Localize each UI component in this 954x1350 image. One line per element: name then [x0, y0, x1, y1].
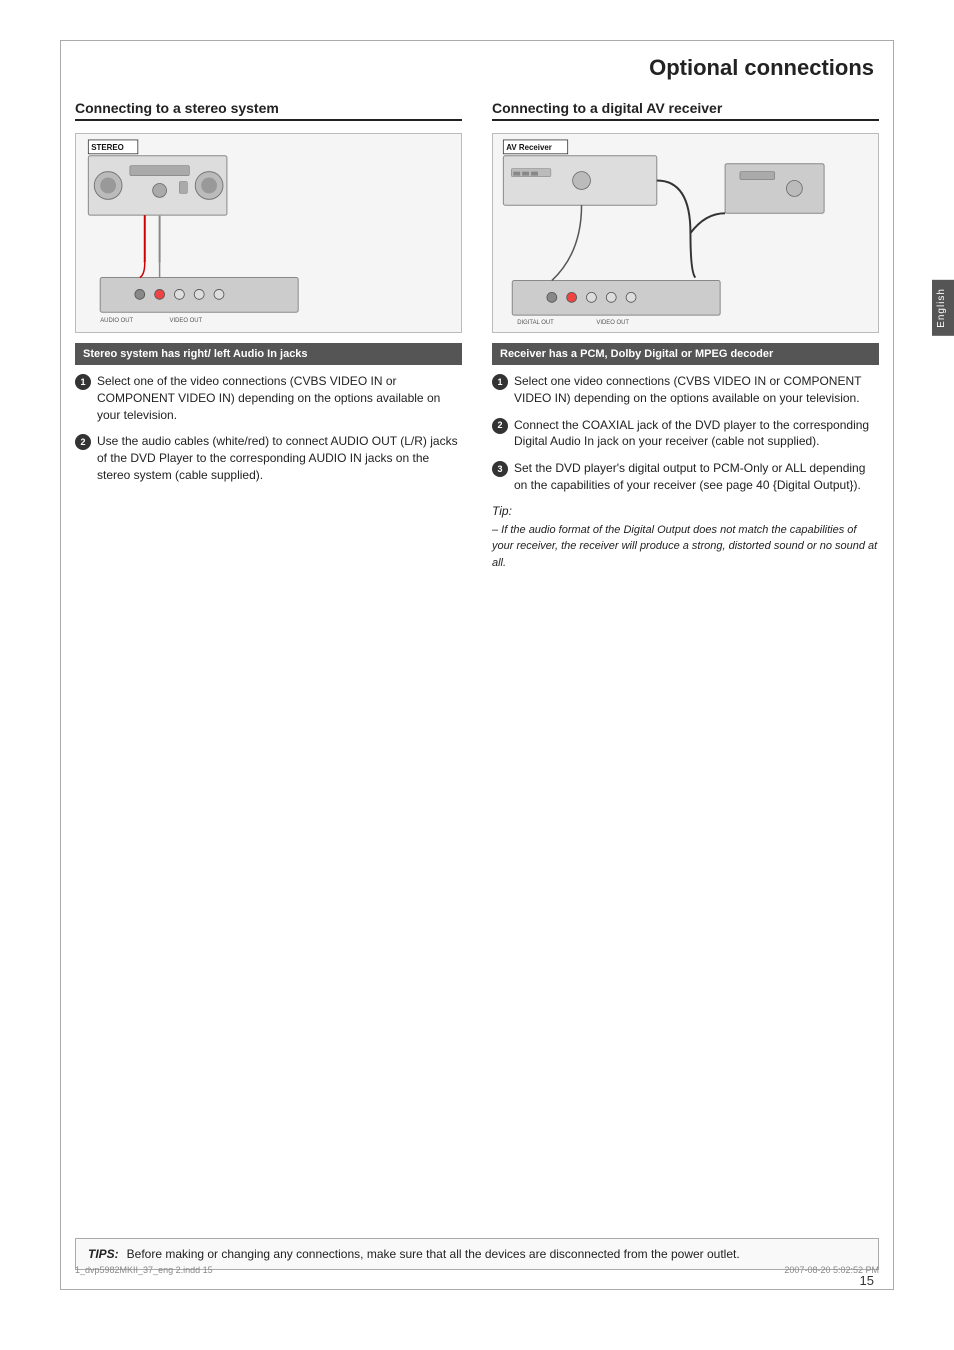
footer-line: 1_dvp5982MKII_37_eng 2.indd 15 2007-08-2… — [75, 1265, 879, 1275]
stereo-diagram-svg: STEREO — [76, 134, 461, 332]
left-steps-list: 1 Select one of the video connections (C… — [75, 373, 462, 484]
right-step-2-text: Connect the COAXIAL jack of the DVD play… — [514, 417, 879, 451]
tips-label: TIPS: — [88, 1247, 119, 1261]
svg-text:AV Receiver: AV Receiver — [506, 143, 552, 152]
right-sub-header: Receiver has a PCM, Dolby Digital or MPE… — [492, 343, 879, 365]
left-step-1: 1 Select one of the video connections (C… — [75, 373, 462, 423]
right-step-2-number: 2 — [492, 418, 508, 434]
page-title: Optional connections — [649, 55, 874, 81]
tip-text: – If the audio format of the Digital Out… — [492, 522, 879, 572]
svg-text:STEREO: STEREO — [91, 143, 124, 152]
right-step-2: 2 Connect the COAXIAL jack of the DVD pl… — [492, 417, 879, 451]
english-tab: English — [932, 280, 954, 336]
left-step-2: 2 Use the audio cables (white/red) to co… — [75, 433, 462, 483]
left-step-2-text: Use the audio cables (white/red) to conn… — [97, 433, 462, 483]
right-step-1-number: 1 — [492, 374, 508, 390]
right-steps-list: 1 Select one video connections (CVBS VID… — [492, 373, 879, 494]
right-section-header: Connecting to a digital AV receiver — [492, 100, 879, 121]
tip-section: Tip: – If the audio format of the Digita… — [492, 504, 879, 572]
svg-text:DIGITAL OUT: DIGITAL OUT — [517, 320, 554, 326]
left-column: Connecting to a stereo system STEREO — [75, 100, 462, 571]
page-border-top — [60, 40, 894, 41]
stereo-diagram-box: STEREO — [75, 133, 462, 333]
page-title-area: Optional connections — [649, 55, 874, 81]
left-section-header: Connecting to a stereo system — [75, 100, 462, 121]
page-border-right — [893, 40, 894, 1290]
step-1-number: 1 — [75, 374, 91, 390]
page-border-bottom — [60, 1289, 894, 1290]
right-step-3: 3 Set the DVD player's digital output to… — [492, 460, 879, 494]
right-step-3-text: Set the DVD player's digital output to P… — [514, 460, 879, 494]
footer-left: 1_dvp5982MKII_37_eng 2.indd 15 — [75, 1265, 213, 1275]
page-number: 15 — [860, 1273, 874, 1288]
tips-text: Before making or changing any connection… — [127, 1247, 740, 1261]
svg-text:VIDEO OUT: VIDEO OUT — [170, 318, 203, 324]
right-step-1-text: Select one video connections (CVBS VIDEO… — [514, 373, 879, 407]
right-step-3-number: 3 — [492, 461, 508, 477]
svg-text:AUDIO OUT: AUDIO OUT — [100, 318, 133, 324]
page-border-left — [60, 40, 61, 1290]
left-step-1-text: Select one of the video connections (CVB… — [97, 373, 462, 423]
right-step-1: 1 Select one video connections (CVBS VID… — [492, 373, 879, 407]
av-diagram-svg: AV Receiver — [493, 134, 878, 332]
tip-label: Tip: — [492, 504, 879, 518]
right-column: Connecting to a digital AV receiver AV R… — [492, 100, 879, 571]
av-diagram-box: AV Receiver — [492, 133, 879, 333]
columns-layout: Connecting to a stereo system STEREO — [75, 100, 879, 571]
main-content: Connecting to a stereo system STEREO — [75, 100, 879, 1280]
svg-text:VIDEO OUT: VIDEO OUT — [596, 320, 629, 326]
step-2-number: 2 — [75, 434, 91, 450]
left-sub-header: Stereo system has right/ left Audio In j… — [75, 343, 462, 365]
left-section-title: Connecting to a stereo system — [75, 100, 279, 116]
right-section-title: Connecting to a digital AV receiver — [492, 100, 722, 116]
